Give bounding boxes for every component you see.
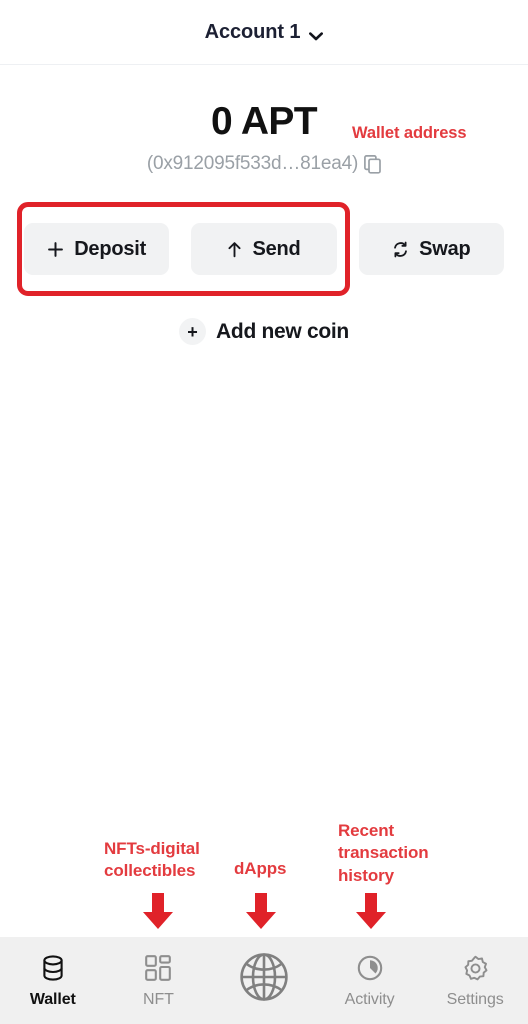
chevron-down-icon[interactable] [309, 28, 324, 40]
balance-amount: 0 APT [210, 100, 318, 143]
add-new-coin-button[interactable]: + Add new coin [0, 318, 528, 345]
annotation-nft: NFTs-digital collectibles [104, 839, 200, 881]
database-icon [40, 952, 66, 984]
nav-item-wallet[interactable]: Wallet [0, 937, 106, 1024]
nav-item-settings[interactable]: Settings [422, 937, 528, 1024]
nav-item-activity[interactable]: Activity [317, 937, 423, 1024]
add-new-coin-label: Add new coin [216, 319, 349, 343]
nav-item-nft[interactable]: NFT [106, 937, 212, 1024]
wallet-address-row[interactable]: (0x912095f533d…81ea4) [0, 153, 528, 175]
action-button-row: Deposit Send Swap [0, 223, 528, 275]
clock-icon [357, 952, 383, 984]
swap-button[interactable]: Swap [358, 223, 504, 275]
account-name: Account 1 [204, 20, 301, 43]
bottom-navigation: Wallet NFT Activity Settings [0, 937, 528, 1024]
plus-icon [47, 241, 64, 258]
wallet-app: Account 1 0 APT (0x912095f533d…81ea4) De… [0, 0, 528, 1024]
plus-circle-icon: + [179, 318, 207, 345]
arrow-down-icon-dapps [244, 893, 278, 929]
nav-label-settings: Settings [446, 991, 504, 1008]
nav-item-dapps[interactable] [211, 937, 317, 1024]
nav-label-activity: Activity [344, 991, 395, 1008]
balance-section: 0 APT (0x912095f533d…81ea4) [0, 65, 528, 175]
annotation-dapps: dApps [234, 859, 287, 878]
copy-icon[interactable] [364, 154, 382, 174]
arrow-down-icon-activity [354, 893, 388, 929]
annotation-activity: Recent transaction history [338, 821, 429, 885]
send-label: Send [252, 237, 301, 260]
swap-label: Swap [419, 237, 471, 260]
arrow-down-icon-nft [141, 893, 175, 929]
gear-icon [462, 952, 489, 984]
account-switcher[interactable]: Account 1 [205, 21, 324, 44]
send-button[interactable]: Send [191, 223, 337, 275]
nav-label-nft: NFT [142, 991, 174, 1008]
wallet-address-text: (0x912095f533d…81ea4) [146, 153, 359, 174]
app-header: Account 1 [0, 0, 528, 65]
swap-icon [392, 241, 409, 258]
deposit-button[interactable]: Deposit [24, 223, 170, 275]
grid-icon [145, 952, 172, 984]
arrow-up-icon [227, 241, 242, 258]
deposit-label: Deposit [74, 237, 147, 260]
globe-icon [239, 952, 289, 1002]
nav-label-wallet: Wallet [29, 991, 76, 1008]
